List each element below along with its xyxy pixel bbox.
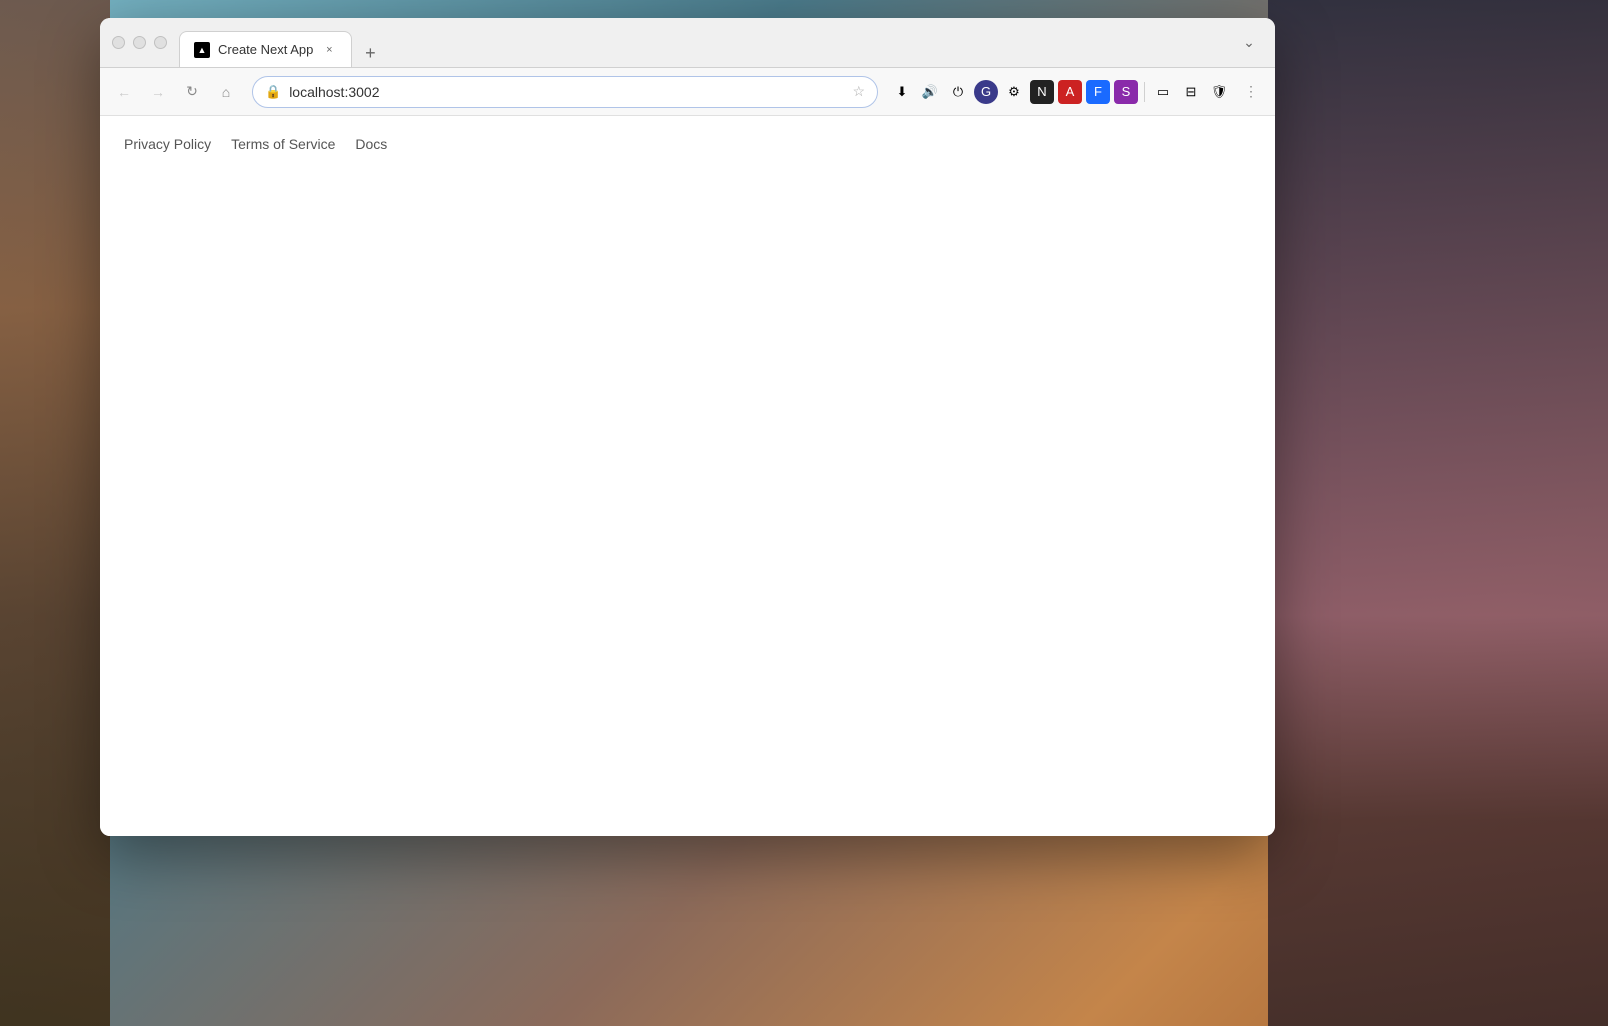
title-bar: Create Next App × + ⌄ (100, 18, 1275, 68)
page-navigation: Privacy Policy Terms of Service Docs (124, 136, 1251, 152)
sidebar-ext-icon[interactable]: ▭ (1151, 80, 1175, 104)
n-ext-icon[interactable]: N (1030, 80, 1054, 104)
traffic-lights (112, 36, 167, 49)
privacy-policy-link[interactable]: Privacy Policy (124, 136, 211, 152)
address-bar[interactable]: 🔒 localhost:3002 ☆ (252, 76, 878, 108)
download-ext-icon[interactable]: ⬇ (890, 80, 914, 104)
new-tab-button[interactable]: + (356, 39, 384, 67)
url-display: localhost:3002 (289, 84, 844, 100)
minimize-button[interactable] (133, 36, 146, 49)
tab-favicon (194, 42, 210, 58)
shield-ext-icon[interactable]: 🛡 (1207, 80, 1231, 104)
extension-icons: ⬇ 🔊 ⏻ G ⚙ N A F S ▭ ⊟ 🛡 (890, 80, 1231, 104)
bookmark-star-icon[interactable]: ☆ (852, 83, 865, 100)
security-icon: 🔒 (265, 84, 281, 100)
power-ext-icon[interactable]: ⏻ (946, 80, 970, 104)
home-button[interactable]: ⌂ (212, 78, 240, 106)
tabs-chevron-icon[interactable]: ⌄ (1235, 29, 1263, 57)
a-ext-icon[interactable]: A (1058, 80, 1082, 104)
desktop-right-decoration (1268, 0, 1608, 1026)
close-button[interactable] (112, 36, 125, 49)
split-ext-icon[interactable]: ⊟ (1179, 80, 1203, 104)
f-ext-icon[interactable]: F (1086, 80, 1110, 104)
maximize-button[interactable] (154, 36, 167, 49)
desktop-left-decoration (0, 0, 110, 1026)
active-tab[interactable]: Create Next App × (179, 31, 352, 67)
page-content: Privacy Policy Terms of Service Docs (100, 116, 1275, 836)
browser-menu-button[interactable]: ⋮ (1237, 78, 1265, 106)
game-ext-icon[interactable]: G (974, 80, 998, 104)
terms-of-service-link[interactable]: Terms of Service (231, 136, 335, 152)
docs-link[interactable]: Docs (355, 136, 387, 152)
tabs-bar: Create Next App × + (179, 18, 1235, 67)
settings-ext-icon[interactable]: ⚙ (1002, 80, 1026, 104)
forward-button[interactable]: → (144, 78, 172, 106)
tab-close-button[interactable]: × (321, 42, 337, 58)
navigation-bar: ← → ↻ ⌂ 🔒 localhost:3002 ☆ ⬇ 🔊 ⏻ G ⚙ N A… (100, 68, 1275, 116)
browser-window: Create Next App × + ⌄ ← → ↻ ⌂ 🔒 localhos… (100, 18, 1275, 836)
refresh-button[interactable]: ↻ (178, 78, 206, 106)
toolbar-divider (1144, 82, 1145, 102)
tab-title: Create Next App (218, 42, 313, 57)
back-button[interactable]: ← (110, 78, 138, 106)
audio-ext-icon[interactable]: 🔊 (918, 80, 942, 104)
s-ext-icon[interactable]: S (1114, 80, 1138, 104)
